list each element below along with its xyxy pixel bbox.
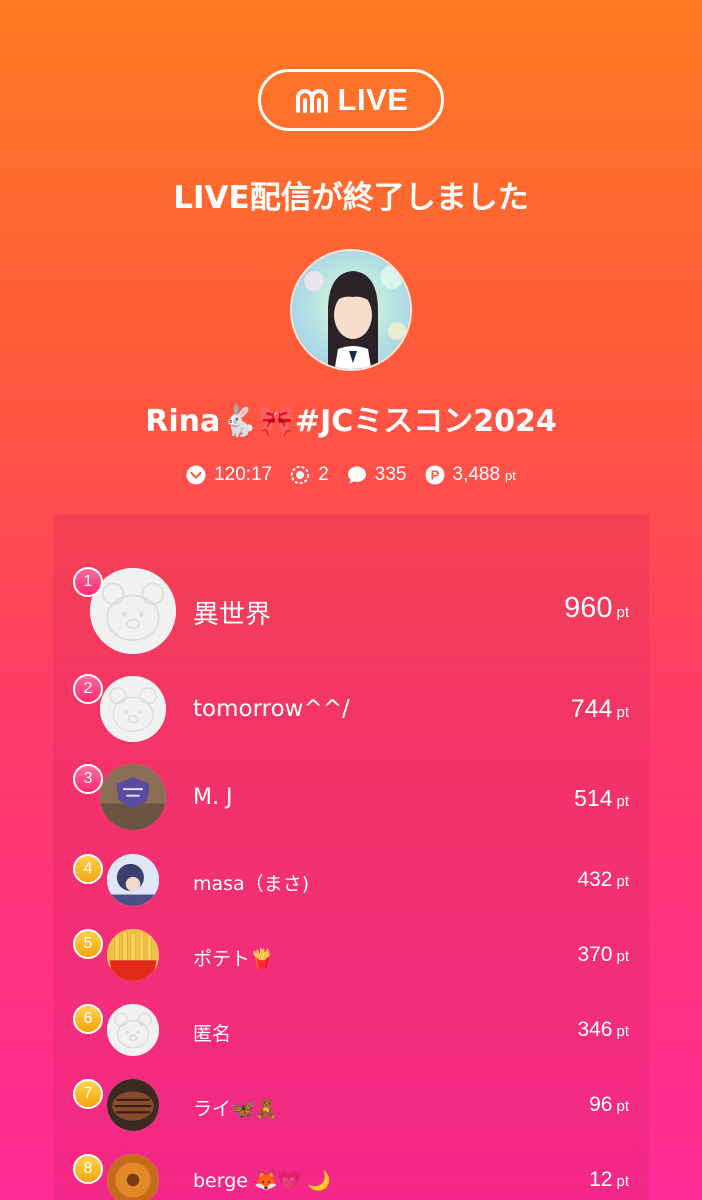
rank-badge: 6 — [73, 1004, 103, 1034]
rank-badge: 8 — [73, 1154, 103, 1184]
user-avatar — [107, 1154, 159, 1200]
svg-text:P: P — [430, 468, 439, 483]
score-value: 514 — [574, 785, 613, 811]
user-name[interactable]: M. J — [193, 785, 232, 810]
user-name[interactable]: masa（まさ) — [193, 869, 309, 896]
score-value: 12 — [589, 1168, 613, 1191]
score-unit: pt — [616, 1098, 629, 1115]
ranking-panel[interactable]: 1 異世界 960 pt 2 tomorrow^^/ 744 pt 3 M. J… — [53, 514, 649, 1200]
rank-badge: 5 — [73, 929, 103, 959]
score-unit: pt — [616, 793, 629, 810]
ranking-row[interactable]: 4 masa（まさ) 432 pt — [53, 854, 649, 914]
ranking-row[interactable]: 5 ポテト🍟 370 pt — [53, 929, 649, 989]
user-score: 514 pt — [574, 785, 629, 812]
brand-live-text: LIVE — [337, 82, 409, 117]
ranking-row[interactable]: 8 berge 🦊💗 🌙 12 pt — [53, 1154, 649, 1200]
duration-icon — [186, 465, 206, 485]
rank-badge: 2 — [73, 674, 103, 704]
score-unit: pt — [616, 1023, 629, 1040]
user-score: 744 pt — [571, 695, 629, 724]
user-name[interactable]: ポテト🍟 — [193, 944, 274, 971]
user-avatar — [107, 854, 159, 906]
user-name[interactable]: 匿名 — [193, 1019, 231, 1046]
points-unit: pt — [505, 467, 516, 483]
points-value: 3,488 — [452, 464, 501, 485]
user-score: 346 pt — [577, 1018, 629, 1042]
mixchannel-live-logo: LIVE — [258, 69, 444, 131]
ranking-row[interactable]: 3 M. J 514 pt — [53, 764, 649, 838]
score-value: 432 — [577, 868, 613, 891]
rank-badge: 7 — [73, 1079, 103, 1109]
rank-badge: 4 — [73, 854, 103, 884]
live-stats: 120:17 2 335 P 3,488 pt — [0, 458, 702, 492]
user-avatar — [107, 1079, 159, 1131]
score-unit: pt — [616, 948, 629, 965]
user-name[interactable]: 異世界 — [193, 594, 271, 631]
viewers-icon — [291, 465, 310, 485]
duration-stat: 120:17 — [186, 464, 272, 486]
score-unit: pt — [616, 704, 629, 721]
score-value: 370 — [577, 943, 613, 966]
viewers-value: 2 — [318, 464, 329, 485]
comments-stat: 335 — [347, 464, 407, 486]
comments-value: 335 — [374, 464, 407, 485]
user-avatar — [100, 676, 166, 742]
ranking-row[interactable]: 1 異世界 960 pt — [53, 564, 649, 660]
m-logo-icon — [295, 89, 328, 113]
score-value: 96 — [589, 1093, 613, 1116]
score-value: 960 — [564, 592, 613, 624]
user-score: 370 pt — [577, 943, 629, 967]
user-score: 96 pt — [589, 1093, 629, 1117]
user-avatar — [107, 929, 159, 981]
ranking-row[interactable]: 6 匿名 346 pt — [53, 1004, 649, 1064]
ranking-row[interactable]: 2 tomorrow^^/ 744 pt — [53, 672, 649, 752]
points-stat: P 3,488 pt — [425, 464, 516, 486]
score-unit: pt — [616, 873, 629, 890]
viewers-stat: 2 — [290, 464, 329, 486]
user-name[interactable]: tomorrow^^/ — [193, 696, 350, 722]
user-name[interactable]: berge 🦊💗 🌙 — [193, 1169, 331, 1192]
score-value: 744 — [570, 695, 613, 723]
score-unit: pt — [616, 604, 629, 621]
rank-badge: 1 — [73, 567, 103, 597]
user-score: 960 pt — [564, 592, 629, 625]
score-value: 346 — [577, 1018, 613, 1041]
user-avatar — [100, 764, 166, 830]
streamer-name: Rina🐇🎀#JCミスコン2024 — [145, 404, 557, 439]
ranking-row[interactable]: 7 ライ🦋🧸 96 pt — [53, 1079, 649, 1139]
user-avatar — [107, 1004, 159, 1056]
comment-icon — [347, 466, 366, 484]
streamer-avatar — [290, 249, 412, 371]
page-title: LIVE配信が終了しました — [173, 180, 529, 216]
points-icon: P — [425, 465, 444, 485]
user-score: 432 pt — [577, 868, 629, 892]
user-score: 12 pt — [589, 1168, 629, 1192]
score-unit: pt — [616, 1173, 629, 1190]
rank-badge: 3 — [73, 764, 103, 794]
duration-value: 120:17 — [214, 464, 273, 485]
user-name[interactable]: ライ🦋🧸 — [193, 1094, 278, 1121]
